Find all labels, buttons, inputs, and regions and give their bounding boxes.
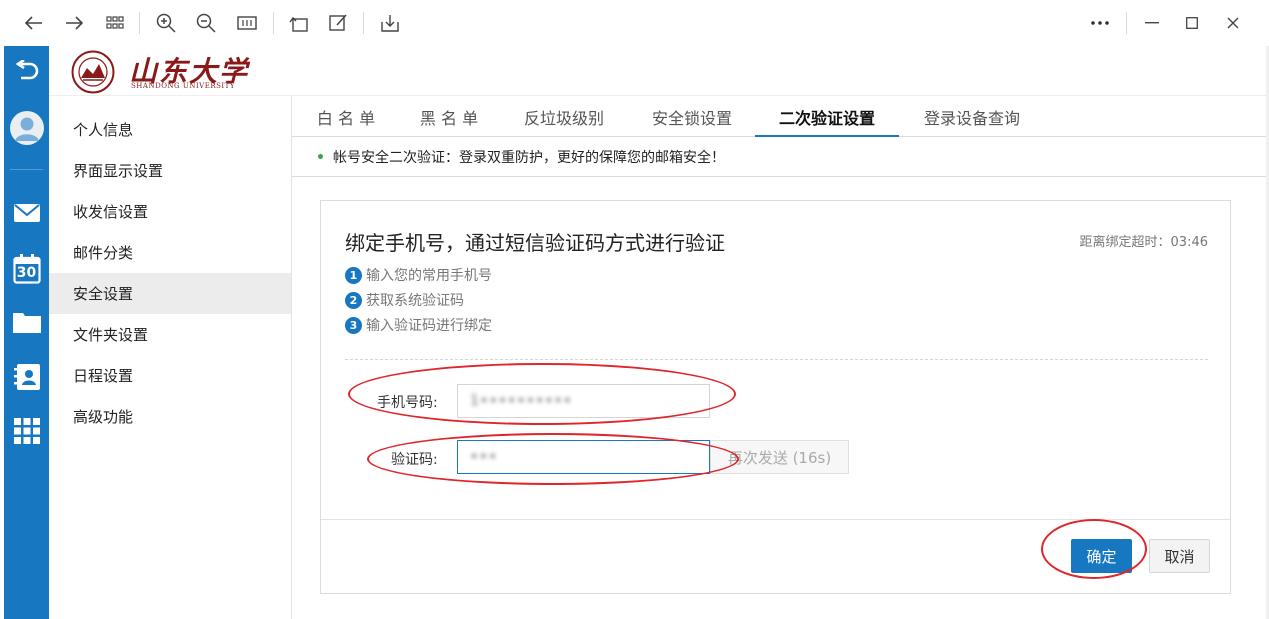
menu-item-label: 安全设置: [73, 285, 134, 303]
grid-view-icon[interactable]: [101, 9, 129, 37]
menu-item-label: 个人信息: [73, 121, 134, 139]
fit-page-icon[interactable]: [233, 9, 261, 37]
folder-icon[interactable]: [4, 308, 49, 336]
step-number-badge: 3: [345, 316, 362, 334]
toolbar-divider: [139, 12, 140, 34]
tab-label: 白 名 单: [316, 108, 376, 128]
menu-item-display-settings[interactable]: 界面显示设置: [49, 150, 291, 191]
step-3: 3 输入验证码进行绑定: [345, 315, 492, 335]
card-title: 绑定手机号，通过短信验证码方式进行验证: [345, 231, 725, 255]
menu-item-label: 界面显示设置: [73, 162, 164, 180]
binding-timeout-timer: 距离绑定超时：03:46: [1079, 235, 1208, 250]
calendar-icon[interactable]: 30: [4, 252, 49, 286]
tab-blacklist[interactable]: 黑 名 单: [409, 96, 489, 137]
phone-annotation-ellipse: [348, 363, 736, 425]
tab-whitelist[interactable]: 白 名 单: [306, 96, 386, 137]
menu-item-security[interactable]: 安全设置: [49, 273, 291, 314]
step-text: 输入验证码进行绑定: [366, 318, 492, 334]
menu-item-mail-category[interactable]: 邮件分类: [49, 232, 291, 273]
bullet-dot-icon: [318, 154, 323, 159]
notice-text: 帐号安全二次验证：登录双重防护，更好的保障您的邮箱安全！: [333, 149, 725, 166]
step-number-badge: 2: [345, 291, 362, 309]
tab-login-devices[interactable]: 登录设备查询: [912, 96, 1032, 137]
step-2: 2 获取系统验证码: [345, 290, 464, 310]
zoom-out-icon[interactable]: [192, 9, 220, 37]
menu-item-send-receive[interactable]: 收发信设置: [49, 191, 291, 232]
menu-item-advanced[interactable]: 高级功能: [49, 396, 291, 437]
step-text: 输入您的常用手机号: [366, 268, 492, 284]
apps-grid-icon[interactable]: [4, 416, 49, 446]
contacts-icon[interactable]: [4, 362, 49, 392]
minimize-icon[interactable]: [1138, 9, 1166, 37]
menu-item-label: 日程设置: [73, 367, 134, 385]
menu-item-label: 高级功能: [73, 408, 134, 426]
tab-antispam-level[interactable]: 反垃圾级别: [514, 96, 614, 137]
tab-label: 安全锁设置: [651, 108, 732, 128]
step-1: 1 输入您的常用手机号: [345, 265, 492, 285]
confirm-annotation-ellipse: [1041, 519, 1147, 579]
top-toolbar: [0, 0, 1269, 46]
edit-icon[interactable]: [325, 9, 353, 37]
menu-item-folder-settings[interactable]: 文件夹设置: [49, 314, 291, 355]
tab-label: 黑 名 单: [419, 108, 479, 128]
menu-item-label: 收发信设置: [73, 203, 149, 221]
tab-security-lock[interactable]: 安全锁设置: [642, 96, 742, 137]
dashed-divider: [345, 359, 1208, 360]
mail-icon[interactable]: [4, 200, 49, 226]
step-number-badge: 1: [345, 266, 362, 284]
tab-two-step-verification[interactable]: 二次验证设置: [755, 96, 899, 138]
code-annotation-ellipse: [367, 433, 739, 485]
header: 山东大学 SHANDONG UNIVERSITY: [49, 46, 1269, 96]
calendar-day-number: 30: [16, 265, 37, 281]
maximize-icon[interactable]: [1178, 9, 1206, 37]
tab-label: 二次验证设置: [778, 108, 875, 128]
toolbar-divider: [1126, 12, 1127, 34]
security-tabs: 白 名 单 黑 名 单 反垃圾级别 安全锁设置 二次验证设置 登录设备查询: [292, 96, 1266, 138]
tab-label: 反垃圾级别: [523, 108, 604, 128]
security-notice: 帐号安全二次验证：登录双重防护，更好的保障您的邮箱安全！: [292, 137, 1266, 177]
back-icon[interactable]: [4, 56, 49, 86]
menu-item-personal-info[interactable]: 个人信息: [49, 109, 291, 150]
download-icon[interactable]: [376, 9, 404, 37]
more-icon[interactable]: [1086, 9, 1114, 37]
toolbar-divider: [363, 12, 364, 34]
toolbar-divider: [273, 12, 274, 34]
step-text: 获取系统验证码: [366, 293, 464, 309]
menu-item-label: 文件夹设置: [73, 326, 149, 344]
menu-item-label: 邮件分类: [73, 244, 134, 262]
back-arrow-icon[interactable]: [20, 9, 48, 37]
zoom-in-icon[interactable]: [152, 9, 180, 37]
avatar-icon[interactable]: [4, 108, 49, 148]
app-rail: 30: [4, 46, 49, 619]
rail-divider: [10, 169, 43, 170]
menu-item-schedule-settings[interactable]: 日程设置: [49, 355, 291, 396]
tab-label: 登录设备查询: [923, 108, 1020, 128]
rotate-icon[interactable]: [285, 9, 313, 37]
close-icon[interactable]: [1219, 9, 1247, 37]
settings-menu: 个人信息 界面显示设置 收发信设置 邮件分类 安全设置 文件夹设置 日程设置 高…: [49, 96, 292, 619]
university-name-english: SHANDONG UNIVERSITY: [131, 82, 235, 90]
university-seal-logo: [71, 50, 115, 94]
cancel-button[interactable]: 取消: [1149, 539, 1210, 573]
forward-arrow-icon[interactable]: [60, 9, 88, 37]
